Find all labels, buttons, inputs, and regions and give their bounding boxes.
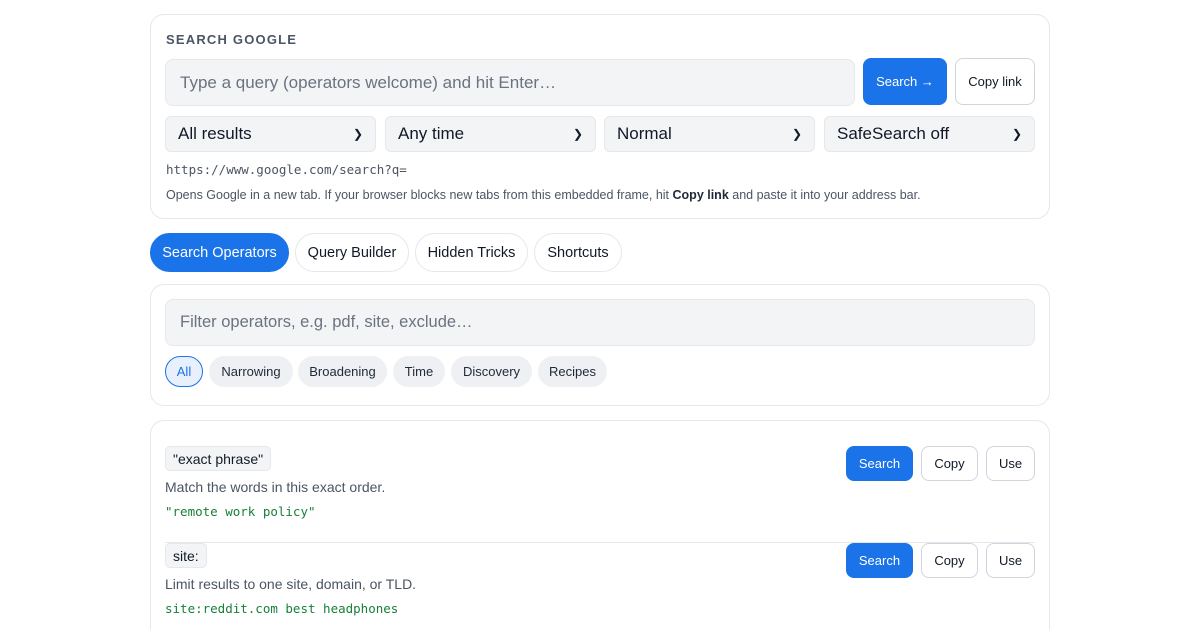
chevron-down-icon: ❯ <box>572 127 583 141</box>
chip-time[interactable]: Time <box>393 356 445 387</box>
chip-narrowing[interactable]: Narrowing <box>209 356 293 387</box>
chip-all[interactable]: All <box>165 356 203 387</box>
safesearch-select[interactable]: SafeSearch off ❯ <box>824 116 1035 152</box>
operator-row: "exact phrase" Match the words in this e… <box>165 446 1035 543</box>
operator-copy-button[interactable]: Copy <box>921 543 978 578</box>
query-input[interactable] <box>165 59 855 106</box>
chevron-down-icon: ❯ <box>791 127 802 141</box>
verbatim-value: Normal <box>617 124 672 143</box>
operators-list: "exact phrase" Match the words in this e… <box>150 420 1050 630</box>
operator-filter-panel: All Narrowing Broadening Time Discovery … <box>150 284 1050 406</box>
help-text-copy-link: Copy link <box>672 188 729 202</box>
help-text-tail: and paste it into your address bar. <box>728 188 921 202</box>
chevron-down-icon: ❯ <box>352 127 363 141</box>
time-range-select[interactable]: Any time ❯ <box>385 116 596 152</box>
result-type-value: All results <box>178 124 252 143</box>
copy-link-button[interactable]: Copy link <box>955 58 1035 105</box>
operator-tag: "exact phrase" <box>165 446 272 471</box>
tab-shortcuts[interactable]: Shortcuts <box>534 233 622 272</box>
operator-description: Limit results to one site, domain, or TL… <box>165 576 417 592</box>
safesearch-value: SafeSearch off <box>837 124 950 143</box>
search-panel-heading: SEARCH GOOGLE <box>166 32 298 47</box>
operator-search-button[interactable]: Search <box>846 543 913 578</box>
tab-search-operators[interactable]: Search Operators <box>150 233 289 272</box>
help-text-lead: Opens Google in a new tab. If your brows… <box>166 188 673 202</box>
result-type-select[interactable]: All results ❯ <box>165 116 376 152</box>
operator-tag: site: <box>165 543 207 568</box>
time-range-value: Any time <box>398 124 465 143</box>
operator-copy-button[interactable]: Copy <box>921 446 978 481</box>
url-preview: https://www.google.com/search?q= <box>166 162 407 177</box>
tab-query-builder[interactable]: Query Builder <box>295 233 409 272</box>
chip-recipes[interactable]: Recipes <box>538 356 607 387</box>
operator-description: Match the words in this exact order. <box>165 479 386 495</box>
operator-example: site:reddit.com best headphones <box>165 601 399 616</box>
tab-hidden-tricks[interactable]: Hidden Tricks <box>415 233 528 272</box>
operator-use-button[interactable]: Use <box>986 543 1035 578</box>
operator-use-button[interactable]: Use <box>986 446 1035 481</box>
verbatim-select[interactable]: Normal ❯ <box>604 116 815 152</box>
operator-row: site: Limit results to one site, domain,… <box>165 543 1035 630</box>
search-button[interactable]: Search → <box>863 58 947 105</box>
chip-discovery[interactable]: Discovery <box>451 356 532 387</box>
search-google-panel: SEARCH GOOGLE Search → Copy link All res… <box>150 14 1050 219</box>
help-text: Opens Google in a new tab. If your brows… <box>166 188 921 202</box>
operator-search-button[interactable]: Search <box>846 446 913 481</box>
operator-example: "remote work policy" <box>165 504 316 519</box>
operator-filter-input[interactable] <box>165 299 1035 346</box>
chip-broadening[interactable]: Broadening <box>298 356 387 387</box>
chevron-down-icon: ❯ <box>1011 127 1022 141</box>
